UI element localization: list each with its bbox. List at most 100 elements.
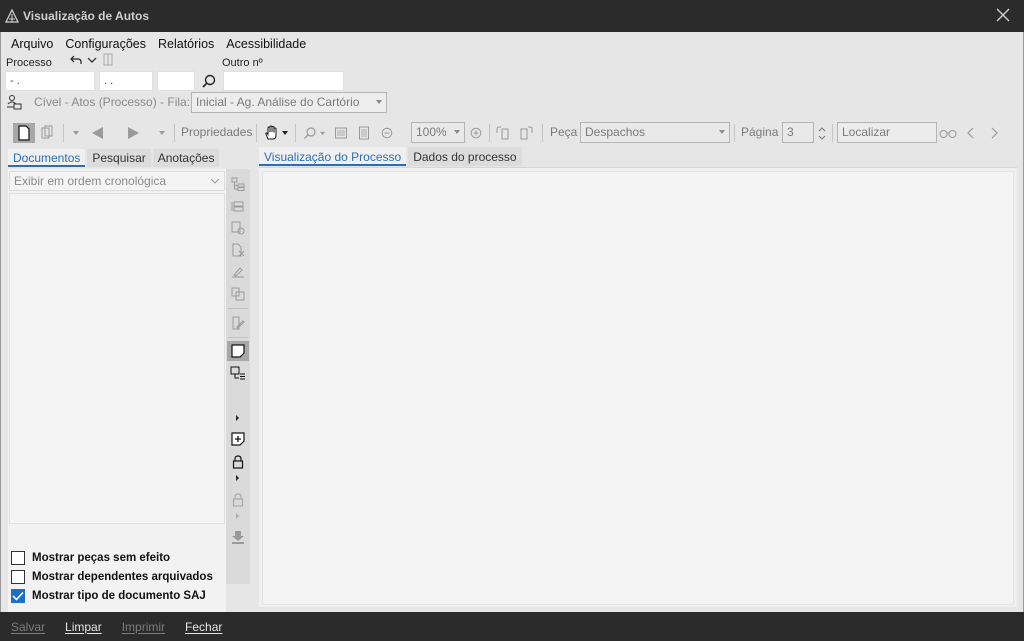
- peca-value: Despachos: [585, 125, 646, 139]
- peca-select[interactable]: Despachos: [580, 122, 730, 143]
- fit-width-icon: [335, 127, 347, 139]
- checkbox-box[interactable]: [11, 551, 25, 565]
- viewer-canvas[interactable]: [262, 171, 1014, 605]
- workflow-users-icon: [7, 95, 22, 110]
- dropdown-arrow-icon: [454, 130, 460, 134]
- checkbox-box[interactable]: [11, 570, 25, 584]
- pagina-spinner[interactable]: [816, 123, 828, 143]
- chevron-left-icon: [967, 127, 974, 139]
- tab-pesquisar[interactable]: Pesquisar: [87, 149, 151, 167]
- expand-tree-button[interactable]: [227, 174, 249, 194]
- checkbox-pecas-sem-efeito[interactable]: Mostrar peças sem efeito: [11, 550, 170, 566]
- checkbox-label: Mostrar tipo de documento SAJ: [32, 590, 206, 602]
- zoom-tool-button[interactable]: [301, 123, 327, 143]
- download-button[interactable]: [227, 527, 249, 547]
- dropdown-arrow-icon: [376, 100, 382, 104]
- search-icon[interactable]: [200, 72, 218, 90]
- document-tree[interactable]: [9, 193, 225, 524]
- checkbox-label: Mostrar dependentes arquivados: [32, 571, 213, 583]
- multi-page-button[interactable]: [37, 123, 57, 143]
- find-previous-button[interactable]: [963, 123, 979, 143]
- lock-icon: [232, 455, 244, 469]
- rotate-left-button[interactable]: [493, 123, 513, 143]
- processo-field-3[interactable]: [157, 71, 195, 91]
- processo-field-1[interactable]: - .: [5, 71, 95, 91]
- checkmark-icon: [12, 591, 24, 601]
- note-list-icon: [230, 366, 245, 380]
- fila-select[interactable]: Inicial - Ag. Análise do Cartório: [191, 92, 387, 113]
- binoculars-icon: [939, 130, 957, 138]
- next-button[interactable]: [124, 123, 144, 143]
- print-button[interactable]: Imprimir: [122, 620, 165, 634]
- lock-button[interactable]: [227, 452, 249, 472]
- document-properties-button[interactable]: [227, 313, 249, 333]
- zoom-out-button[interactable]: [378, 123, 396, 143]
- remove-document-button[interactable]: [227, 240, 249, 260]
- next-dropdown-button[interactable]: [157, 123, 167, 143]
- tab-visualizacao-processo[interactable]: Visualização do Processo: [259, 147, 407, 166]
- single-page-button[interactable]: [13, 123, 35, 143]
- note-tool-button[interactable]: [227, 341, 249, 361]
- outro-numero-field[interactable]: [223, 71, 344, 91]
- document-remove-icon: [232, 243, 245, 257]
- save-button[interactable]: Salvar: [11, 620, 45, 634]
- left-tabs: Documentos Pesquisar Anotações: [8, 149, 221, 167]
- outro-numero-label: Outro nº: [222, 57, 263, 69]
- tree-collapse-icon: [231, 201, 244, 212]
- sign-document-button[interactable]: [227, 262, 249, 282]
- dropdown-arrow-icon: [719, 130, 725, 134]
- close-button[interactable]: Fechar: [185, 620, 222, 634]
- pan-tool-button[interactable]: [262, 123, 290, 143]
- pages-icon: [41, 125, 53, 139]
- find-button[interactable]: [938, 123, 958, 143]
- zoom-select[interactable]: 100%: [411, 122, 465, 143]
- lock-disabled-button[interactable]: [227, 490, 249, 510]
- tab-dados-processo[interactable]: Dados do processo: [408, 147, 522, 166]
- caret-down-icon: [159, 131, 165, 135]
- note-list-button[interactable]: [227, 363, 249, 383]
- chevron-down-icon[interactable]: [86, 54, 98, 66]
- clear-button[interactable]: Limpar: [65, 620, 102, 634]
- localizar-input[interactable]: Localizar: [837, 122, 937, 143]
- copy-document-button[interactable]: [227, 218, 249, 238]
- app-logo-icon: [5, 9, 19, 23]
- zoom-value: 100%: [416, 125, 447, 139]
- caret-right-icon[interactable]: [236, 475, 239, 481]
- document-viewer: [259, 167, 1017, 607]
- merge-documents-button[interactable]: [227, 284, 249, 304]
- checkbox-tipo-documento-saj[interactable]: Mostrar tipo de documento SAJ: [11, 588, 206, 604]
- checkbox-dependentes-arquivados[interactable]: Mostrar dependentes arquivados: [11, 569, 213, 585]
- nav-dropdown-button[interactable]: [71, 123, 81, 143]
- order-select-value: Exibir em ordem cronológica: [14, 174, 167, 188]
- menu-configuracoes[interactable]: Configurações: [59, 35, 152, 53]
- rotate-right-button[interactable]: [516, 123, 536, 143]
- processo-field-2[interactable]: . .: [99, 71, 153, 91]
- caret-right-icon[interactable]: [236, 513, 239, 519]
- fit-width-button[interactable]: [332, 123, 350, 143]
- pagina-input[interactable]: 3: [782, 122, 814, 143]
- order-select[interactable]: Exibir em ordem cronológica: [9, 171, 225, 191]
- processo-label: Processo: [6, 57, 52, 69]
- fit-page-button[interactable]: [355, 123, 373, 143]
- tab-anotacoes[interactable]: Anotações: [152, 149, 220, 167]
- menu-arquivo[interactable]: Arquivo: [5, 35, 59, 53]
- fit-page-icon: [359, 126, 369, 140]
- checkbox-box[interactable]: [11, 589, 25, 603]
- magnifier-icon: [303, 127, 316, 139]
- localizar-placeholder: Localizar: [842, 125, 891, 139]
- properties-button[interactable]: Propriedades: [181, 125, 252, 139]
- download-icon: [232, 531, 244, 544]
- add-note-button[interactable]: [227, 429, 249, 449]
- previous-button[interactable]: [87, 123, 107, 143]
- undo-icon[interactable]: [69, 53, 83, 67]
- tab-documentos[interactable]: Documentos: [8, 149, 86, 167]
- caret-right-icon[interactable]: [236, 415, 239, 421]
- fila-label: Cível - Atos (Processo) - Fila:: [34, 95, 191, 109]
- zoom-in-button[interactable]: [467, 123, 485, 143]
- find-next-button[interactable]: [986, 123, 1002, 143]
- menu-acessibilidade[interactable]: Acessibilidade: [220, 35, 312, 53]
- menu-relatorios[interactable]: Relatórios: [152, 35, 220, 53]
- collapse-tree-button[interactable]: [227, 196, 249, 216]
- close-icon[interactable]: [994, 6, 1012, 24]
- viewer-tabs: Visualização do Processo Dados do proces…: [259, 147, 524, 167]
